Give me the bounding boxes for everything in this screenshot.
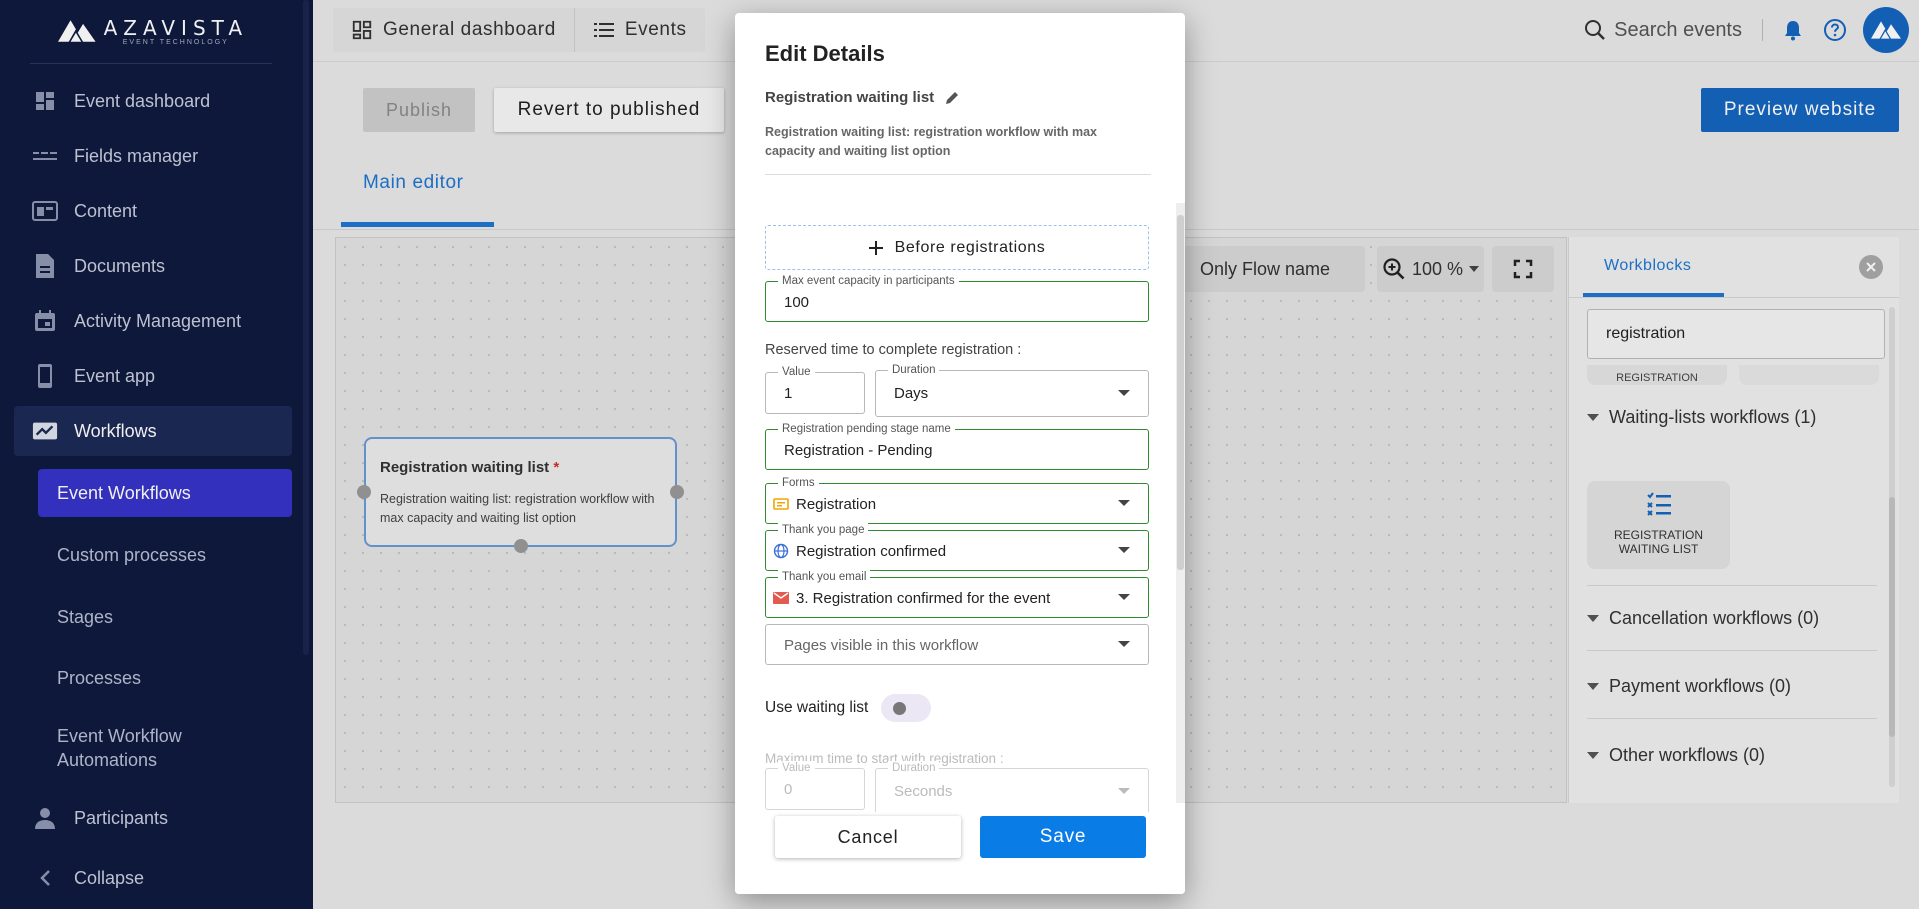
mail-icon <box>772 589 790 607</box>
globe-icon <box>772 542 790 560</box>
reserved-time-label: Reserved time to complete registration : <box>765 342 1022 358</box>
field-label: Value <box>778 365 815 379</box>
workflow-description: Registration waiting list: registration … <box>765 125 1097 158</box>
workflow-name-text: Registration waiting list <box>765 89 935 106</box>
field-value: Seconds <box>894 783 953 800</box>
field-value: 0 <box>784 781 793 798</box>
before-registrations-button[interactable]: Before registrations <box>765 225 1149 270</box>
field-label: Duration <box>888 761 940 775</box>
pending-stage-name-input[interactable]: Registration pending stage name Registra… <box>765 422 1149 470</box>
before-registrations-label: Before registrations <box>894 238 1046 256</box>
field-label: Value <box>778 761 815 775</box>
field-label: Forms <box>778 476 819 490</box>
chevron-down-icon <box>1118 788 1130 794</box>
max-time-duration-select[interactable]: Duration Seconds <box>875 761 1149 815</box>
field-value: 1 <box>784 385 793 402</box>
edit-pencil-icon[interactable] <box>944 90 960 106</box>
field-value: 100 <box>784 294 810 311</box>
form-icon <box>772 495 790 513</box>
field-value: 3. Registration confirmed for the event <box>796 590 1051 607</box>
forms-select[interactable]: Forms Registration <box>765 476 1149 524</box>
reserved-duration-select[interactable]: Duration Days <box>875 363 1149 417</box>
dialog-scrollbar[interactable] <box>1176 203 1185 803</box>
edit-details-dialog: Edit Details Registration waiting list R… <box>735 13 1185 894</box>
field-label: Duration <box>888 363 940 377</box>
workflow-name: Registration waiting list <box>765 89 960 106</box>
thank-you-page-select[interactable]: Thank you page Registration confirmed <box>765 523 1149 571</box>
max-time-value-input[interactable]: Value 0 <box>765 761 865 810</box>
field-value: Days <box>894 385 929 402</box>
dialog-title: Edit Details <box>765 41 885 66</box>
field-label: Thank you page <box>778 523 869 537</box>
chevron-down-icon <box>1118 500 1130 506</box>
pages-visible-select[interactable]: Pages visible in this workflow <box>765 624 1149 665</box>
cancel-button[interactable]: Cancel <box>775 816 961 858</box>
max-capacity-input[interactable]: Max event capacity in participants 100 <box>765 274 1149 322</box>
field-label: Thank you email <box>778 570 871 584</box>
field-value: Registration - Pending <box>784 442 933 459</box>
plus-icon <box>868 240 883 255</box>
use-waiting-list-label: Use waiting list <box>765 699 869 716</box>
chevron-down-icon <box>1118 594 1130 600</box>
field-value: Registration confirmed <box>796 543 947 560</box>
use-waiting-list-toggle[interactable] <box>881 694 931 722</box>
toggle-knob <box>893 702 906 715</box>
dialog-footer: Cancel Save <box>735 812 1185 894</box>
field-label: Registration pending stage name <box>778 422 955 436</box>
scrollbar-thumb[interactable] <box>1177 215 1184 570</box>
field-placeholder: Pages visible in this workflow <box>784 637 979 654</box>
chevron-down-icon <box>1118 390 1130 396</box>
divider <box>765 174 1151 175</box>
reserved-value-input[interactable]: Value 1 <box>765 365 865 414</box>
field-label: Max event capacity in participants <box>778 274 959 288</box>
chevron-down-icon <box>1118 641 1130 647</box>
save-button[interactable]: Save <box>980 816 1146 858</box>
chevron-down-icon <box>1118 547 1130 553</box>
thank-you-email-select[interactable]: Thank you email 3. Registration confirme… <box>765 570 1149 618</box>
field-value: Registration <box>796 496 877 513</box>
